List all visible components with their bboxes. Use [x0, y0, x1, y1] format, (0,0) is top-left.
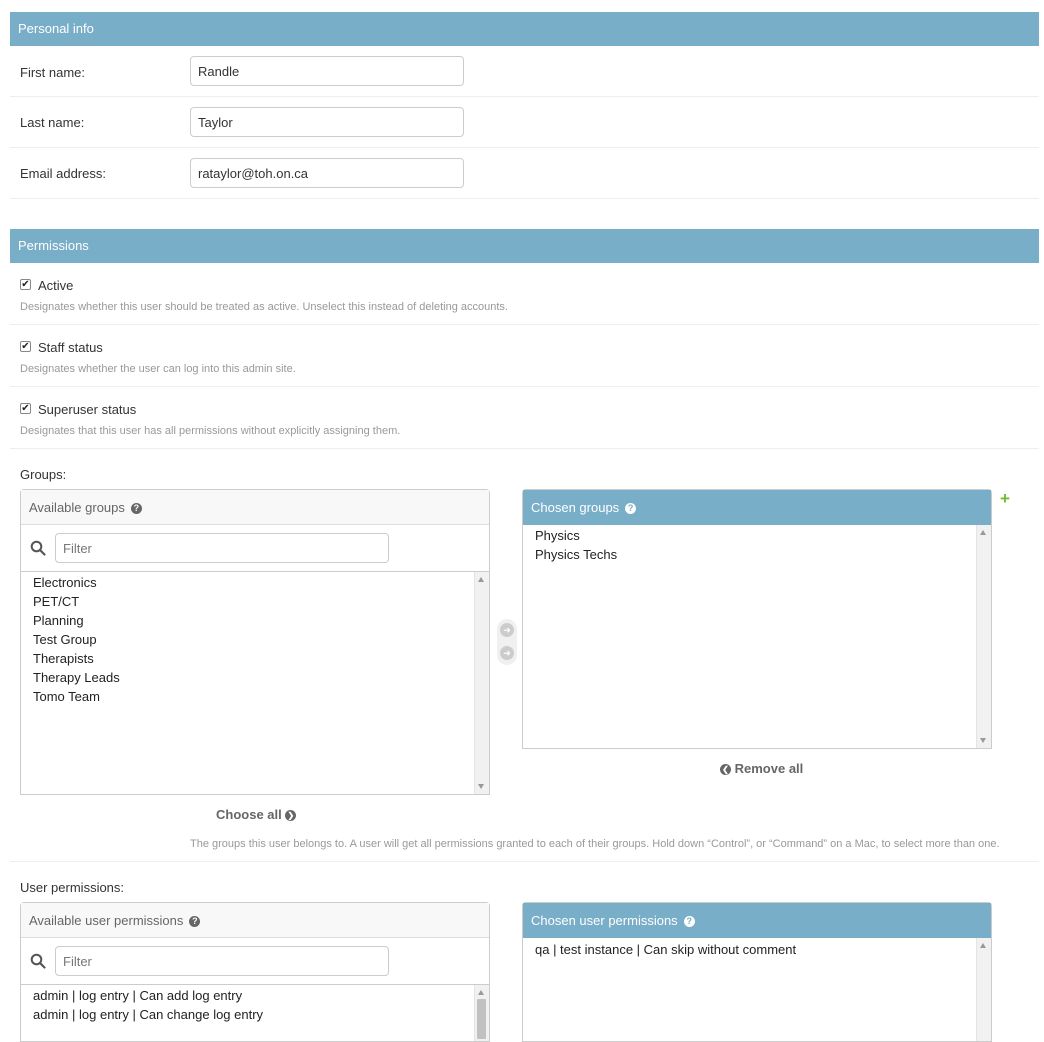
chosen-groups-title-text: Chosen groups	[531, 500, 620, 515]
available-permissions-scrollbar[interactable]	[474, 985, 489, 1041]
list-item[interactable]: Therapists	[21, 649, 474, 668]
chosen-groups-scrollbar[interactable]	[976, 525, 991, 748]
scroll-down-arrow-icon[interactable]	[980, 738, 986, 743]
list-item[interactable]: Electronics	[21, 573, 474, 592]
available-groups-title-text: Available groups	[29, 500, 125, 515]
list-item[interactable]: Tomo Team	[21, 687, 474, 706]
list-item[interactable]: Test Group	[21, 630, 474, 649]
question-circle-icon: ?	[625, 503, 637, 515]
groups-label: Groups:	[20, 467, 67, 482]
available-permissions-title: Available user permissions?	[21, 903, 489, 938]
group-mover: ➜ ➜	[497, 619, 517, 665]
superuser-label: Superuser status	[38, 402, 137, 417]
first-name-row: First name:	[10, 46, 1039, 97]
active-label: Active	[38, 278, 74, 293]
question-circle-icon: ?	[683, 916, 695, 928]
scroll-up-arrow-icon[interactable]	[478, 990, 484, 995]
staff-help: Designates whether the user can log into…	[20, 363, 296, 375]
arrow-right-circle-icon: ❯	[285, 810, 297, 822]
first-name-input[interactable]	[190, 56, 464, 86]
email-row: Email address:	[10, 148, 1039, 199]
available-groups-box: Available groups? ElectronicsPET/CTPlann…	[20, 489, 490, 795]
groups-filter-row	[21, 525, 489, 572]
remove-arrow-icon[interactable]: ➜	[500, 646, 514, 660]
question-circle-icon: ?	[189, 916, 201, 928]
chosen-groups-box: Chosen groups? Physics Physics Techs	[522, 489, 992, 749]
superuser-row: ✔ Superuser status Designates that this …	[10, 387, 1039, 449]
choose-arrow-icon[interactable]: ➜	[500, 623, 514, 637]
list-item[interactable]: Therapy Leads	[21, 668, 474, 687]
list-item[interactable]: admin | log entry | Can change log entry	[21, 1005, 474, 1024]
magnifier-icon	[30, 540, 46, 556]
last-name-row: Last name:	[10, 97, 1039, 148]
list-item[interactable]: PET/CT	[21, 592, 474, 611]
staff-row: ✔ Staff status Designates whether the us…	[10, 325, 1039, 387]
remove-all-label: Remove all	[734, 761, 804, 776]
list-item[interactable]: Planning	[21, 611, 474, 630]
scroll-down-arrow-icon[interactable]	[478, 784, 484, 789]
list-item[interactable]: Physics Techs	[523, 545, 976, 564]
available-permissions-box: Available user permissions? admin | log …	[20, 902, 490, 1042]
email-input[interactable]	[190, 158, 464, 188]
question-circle-icon: ?	[130, 503, 142, 515]
list-item[interactable]: Physics	[523, 526, 976, 545]
active-checkbox[interactable]: ✔	[20, 279, 31, 290]
staff-label: Staff status	[38, 340, 103, 355]
superuser-help: Designates that this user has all permis…	[20, 425, 401, 437]
scroll-up-arrow-icon[interactable]	[980, 943, 986, 948]
user-permissions-label: User permissions:	[20, 880, 125, 895]
permissions-heading: Permissions	[10, 229, 1039, 263]
groups-filter-input[interactable]	[55, 533, 389, 563]
available-groups-list[interactable]: Electronics PET/CT Planning Test Group Thera…	[21, 573, 474, 794]
active-help: Designates whether this user should be t…	[20, 301, 508, 313]
list-item[interactable]: qa | test instance | Can skip without co…	[523, 940, 976, 959]
last-name-input[interactable]	[190, 107, 464, 137]
chosen-groups-title: Chosen groups?	[523, 490, 991, 525]
choose-all-label: Choose all	[216, 807, 282, 822]
chosen-permissions-list[interactable]: qa | test instance | Can skip without co…	[523, 939, 976, 1041]
chosen-permissions-title-text: Chosen user permissions	[531, 913, 678, 928]
last-name-label: Last name:	[20, 115, 85, 130]
list-item[interactable]: admin | log entry | Can add log entry	[21, 986, 474, 1005]
available-permissions-title-text: Available user permissions	[29, 913, 184, 928]
first-name-label: First name:	[20, 65, 86, 80]
permissions-filter-input[interactable]	[55, 946, 389, 976]
chosen-groups-list[interactable]: Physics Physics Techs	[523, 526, 976, 748]
arrow-left-circle-icon: ❮	[720, 764, 731, 776]
chosen-permissions-scrollbar[interactable]	[976, 938, 991, 1041]
chosen-permissions-box: Chosen user permissions? qa | test insta…	[522, 902, 992, 1042]
choose-all-groups-link[interactable]: Choose all ❯	[216, 807, 297, 822]
scroll-up-arrow-icon[interactable]	[478, 577, 484, 582]
available-permissions-list[interactable]: admin | log entry | Can add log entry adm…	[21, 986, 474, 1041]
remove-all-groups-link[interactable]: ❮ Remove all	[720, 761, 803, 776]
superuser-checkbox[interactable]: ✔	[20, 403, 31, 414]
available-groups-title: Available groups?	[21, 490, 489, 525]
staff-checkbox[interactable]: ✔	[20, 341, 31, 352]
groups-help: The groups this user belongs to. A user …	[190, 838, 1000, 850]
add-group-plus-icon[interactable]: +	[1000, 490, 1010, 507]
scroll-up-arrow-icon[interactable]	[980, 530, 986, 535]
chosen-permissions-title: Chosen user permissions?	[523, 903, 991, 938]
available-groups-scrollbar[interactable]	[474, 572, 489, 794]
scroll-thumb[interactable]	[477, 999, 486, 1039]
personal-info-heading: Personal info	[10, 12, 1039, 46]
email-label: Email address:	[20, 166, 106, 181]
magnifier-icon	[30, 953, 46, 969]
active-row: ✔ Active Designates whether this user sh…	[10, 263, 1039, 325]
permissions-filter-row	[21, 938, 489, 985]
